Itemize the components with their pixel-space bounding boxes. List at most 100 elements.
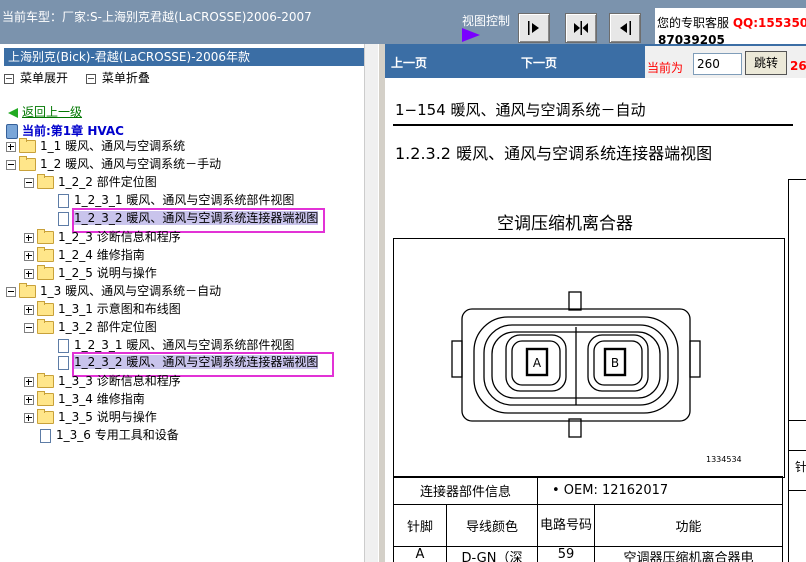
folder-icon (19, 138, 36, 153)
connector-figure: A B 1334534 (393, 238, 785, 478)
tree-leaf-selected[interactable]: 1_2_3_2 暖风、通风与空调系统连接器端视图 (58, 354, 319, 370)
page-jump-box: 当前为 260 跳转 260 (645, 46, 806, 78)
expand-toggle-icon[interactable] (24, 376, 34, 387)
folder-icon (37, 247, 54, 262)
tree-leaf[interactable]: 1_2_3_1 暖风、通风与空调系统部件视图 (58, 337, 294, 353)
figure-title: 空调压缩机离合器 (497, 214, 633, 234)
connector-oem-value: • OEM: 12162017 (537, 476, 783, 505)
collapse-toggle-icon[interactable] (24, 322, 34, 333)
connector-drawing: A B (451, 291, 701, 438)
folder-open-icon (37, 174, 54, 189)
tree-node[interactable]: 1_3_1 示意图和布线图 (24, 301, 181, 317)
expand-icon (4, 73, 14, 84)
row1-pin: A (393, 546, 447, 562)
expand-toggle-icon[interactable] (24, 304, 34, 315)
tree-leaf[interactable]: 1_2_3_1 暖风、通风与空调系统部件视图 (58, 192, 294, 208)
back-link[interactable]: 返回上一级 (8, 103, 82, 120)
jump-button[interactable]: 跳转 (745, 51, 787, 75)
row1-function: 空调器压缩机离合器电 (594, 546, 783, 562)
current-vehicle-info: 当前车型：厂家:S-上海别克君越(LaCROSSE)2006-2007 (2, 10, 312, 24)
col-pin: 针脚 (393, 504, 447, 547)
page-number-input[interactable]: 260 (693, 53, 742, 75)
view-expand-left-button[interactable] (609, 13, 641, 43)
page-number-display: 260 (790, 59, 806, 73)
menu-expand-button[interactable]: 菜单展开 (4, 71, 68, 85)
col-wire-color: 导线颜色 (446, 504, 538, 547)
folder-icon (37, 373, 54, 388)
left-panel-title: 上海别克(Bick)-君越(LaCROSSE)-2006年款 (4, 48, 368, 66)
page-header: 1−154 暖风、通风与空调系统－自动 (395, 101, 646, 119)
side-table-char: 针 (795, 460, 806, 474)
service-qq[interactable]: QQ:155350 (733, 16, 806, 30)
prev-page-link[interactable]: 上一页 (391, 54, 427, 71)
pin-a-label: A (533, 356, 542, 370)
folder-icon (37, 391, 54, 406)
adjacent-table-edge: 针 (788, 179, 806, 562)
folder-open-icon (19, 156, 36, 171)
pin-b-label: B (611, 356, 619, 370)
expand-toggle-icon[interactable] (24, 250, 34, 261)
tree-node[interactable]: 1_3_5 说明与操作 (24, 409, 157, 425)
arrow-right-bar-icon (528, 21, 539, 35)
tree-node[interactable]: 1_2_4 维修指南 (24, 247, 145, 263)
connector-info-label: 连接器部件信息 (393, 476, 538, 505)
folder-icon (37, 265, 54, 280)
folder-icon (37, 409, 54, 424)
row1-wire: D-GN（深 (446, 546, 538, 562)
left-scrollbar[interactable] (364, 44, 379, 562)
folder-open-icon (19, 283, 36, 298)
tree-node[interactable]: 1_3_3 诊断信息和程序 (24, 373, 181, 389)
view-expand-right-button[interactable] (518, 13, 550, 43)
collapse-toggle-icon[interactable] (6, 159, 16, 170)
next-page-link[interactable]: 下一页 (521, 54, 557, 71)
tree-leaf[interactable]: 1_3_6 专用工具和设备 (40, 427, 179, 443)
expand-toggle-icon[interactable] (24, 412, 34, 423)
tree-node[interactable]: 1_2_3 诊断信息和程序 (24, 229, 181, 245)
top-bar: 当前车型：厂家:S-上海别克君越(LaCROSSE)2006-2007 视图控制… (0, 0, 806, 47)
collapse-toggle-icon[interactable] (24, 177, 34, 188)
arrow-left-bar-icon (620, 21, 631, 35)
book-icon (6, 124, 18, 139)
tree-node[interactable]: 1_3_2 部件定位图 (24, 319, 157, 335)
expand-toggle-icon[interactable] (24, 232, 34, 243)
expand-toggle-icon[interactable] (6, 141, 16, 152)
tree-node[interactable]: 1_3_4 维修指南 (24, 391, 145, 407)
tree-node[interactable]: 1_2 暖风、通风与空调系统－手动 (6, 156, 221, 172)
row1-circuit: 59 (537, 546, 595, 562)
back-arrow-icon (8, 107, 18, 118)
tree-node[interactable]: 1_1 暖风、通风与空调系统 (6, 138, 185, 154)
folder-open-icon (37, 319, 54, 334)
folder-icon (37, 229, 54, 244)
figure-number: 1334534 (706, 455, 742, 464)
menu-collapse-button[interactable]: 菜单折叠 (85, 71, 150, 85)
document-viewer: 1−154 暖风、通风与空调系统－自动 1.2.3.2 暖风、通风与空调系统连接… (385, 78, 806, 562)
document-icon (58, 193, 69, 208)
document-icon (58, 338, 69, 353)
col-circuit: 电路号码 (537, 504, 595, 547)
view-control-label: 视图控制 (462, 14, 511, 28)
current-chapter: 当前:第1章 HVAC (6, 122, 124, 139)
current-page-label: 当前为 (647, 61, 684, 75)
header-rule (393, 124, 793, 126)
expand-toggle-icon[interactable] (24, 394, 34, 405)
connector-info-table: 连接器部件信息 • OEM: 12162017 针脚 导线颜色 电路号码 功能 … (393, 476, 783, 562)
tree-node[interactable]: 1_2_5 说明与操作 (24, 265, 157, 281)
expand-toggle-icon[interactable] (24, 268, 34, 279)
document-icon (58, 355, 69, 370)
arrows-converge-icon (574, 21, 588, 35)
tree-leaf-selected[interactable]: 1_2_3_2 暖风、通风与空调系统连接器端视图 (58, 210, 319, 226)
left-tree-panel: 上海别克(Bick)-君越(LaCROSSE)-2006年款 菜单展开 菜单折叠… (0, 44, 378, 562)
document-icon (58, 211, 69, 226)
col-function: 功能 (594, 504, 783, 547)
collapse-icon (85, 73, 96, 84)
section-title: 1.2.3.2 暖风、通风与空调系统连接器端视图 (395, 144, 713, 163)
tree-menu-bar: 菜单展开 菜单折叠 (4, 69, 164, 86)
document-icon (40, 428, 51, 443)
tree-node[interactable]: 1_3 暖风、通风与空调系统－自动 (6, 283, 221, 299)
view-split-button[interactable] (565, 13, 597, 43)
customer-service-box: 您的专职客服 QQ:155350 87039205 (655, 8, 806, 47)
service-label: 您的专职客服 (657, 16, 730, 30)
collapse-toggle-icon[interactable] (6, 286, 16, 297)
folder-icon (37, 301, 54, 316)
tree-node[interactable]: 1_2_2 部件定位图 (24, 174, 157, 190)
